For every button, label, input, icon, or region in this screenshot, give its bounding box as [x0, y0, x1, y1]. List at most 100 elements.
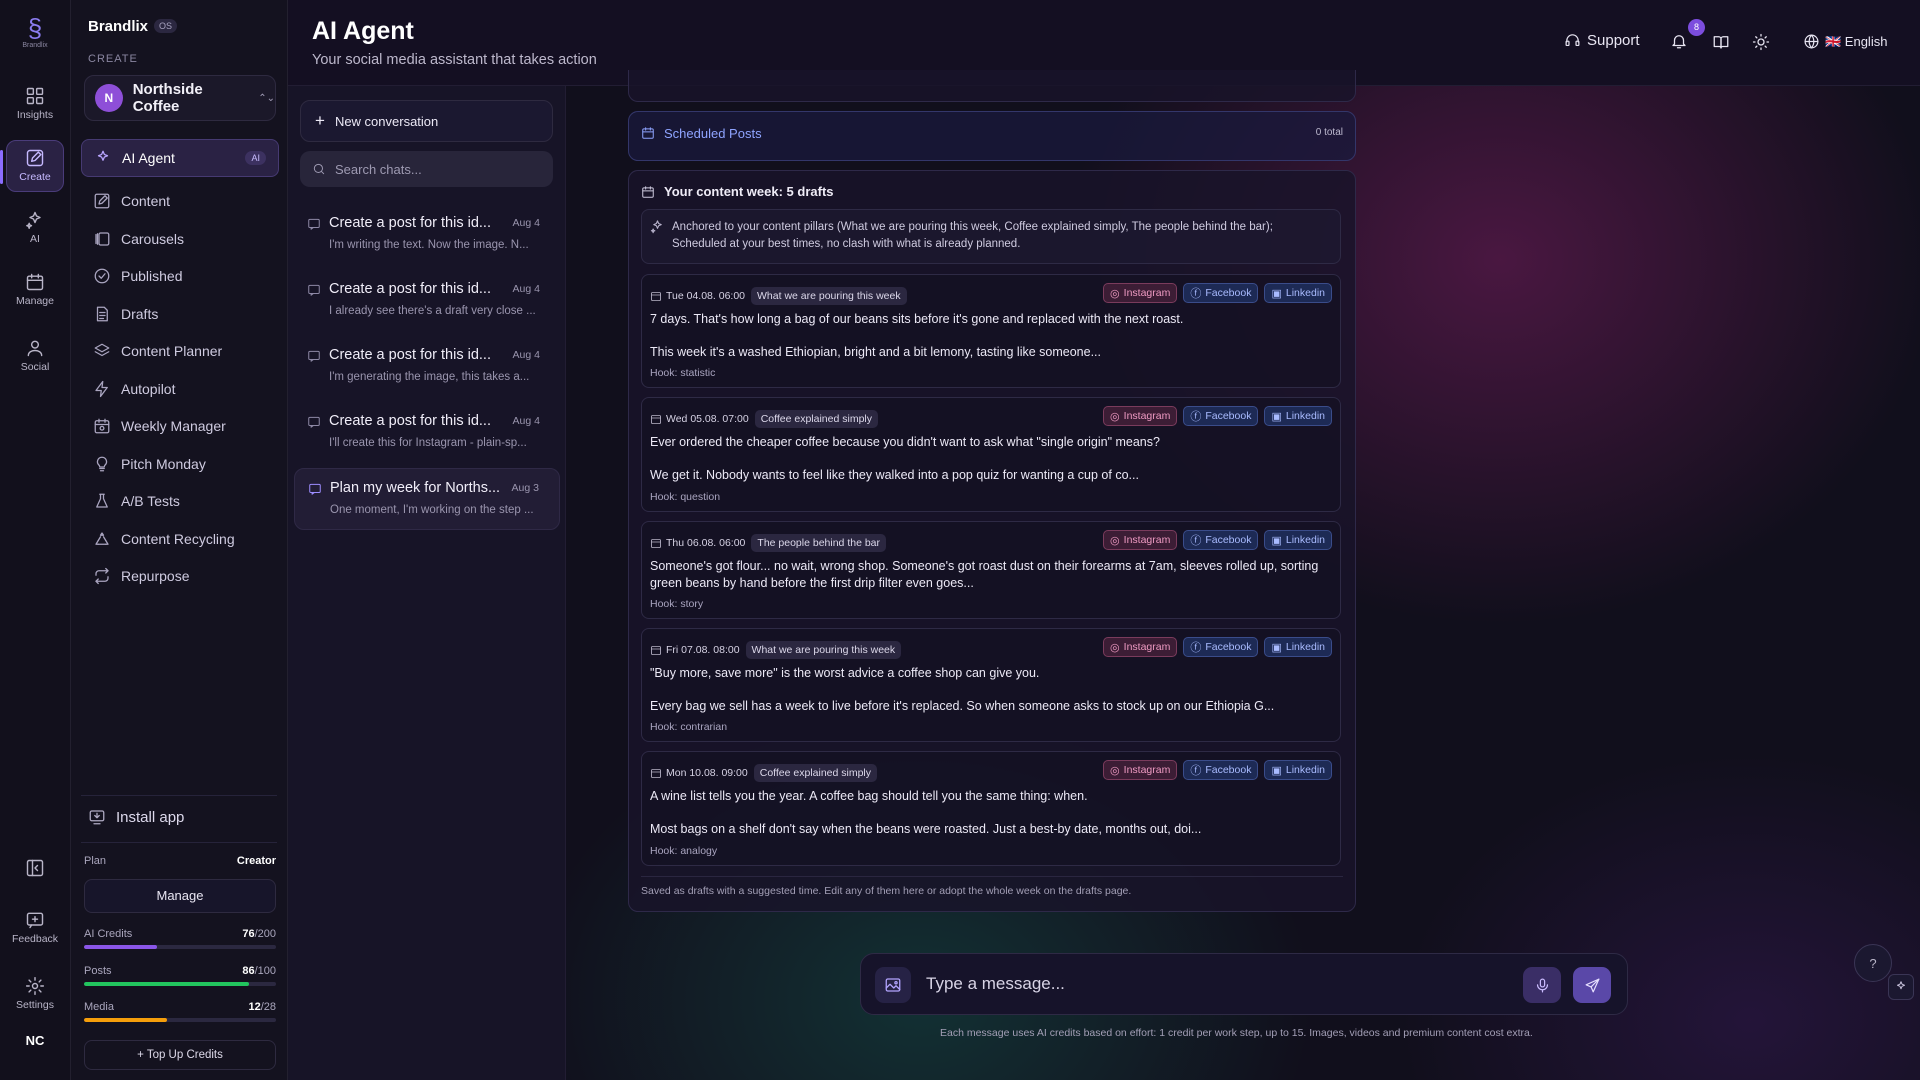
pillar-tag: The people behind the bar: [751, 534, 887, 552]
credit-usage-note: Each message uses AI credits based on ef…: [940, 1027, 1533, 1039]
section-label: CREATE: [88, 53, 138, 65]
message-input[interactable]: Type a message...: [926, 974, 1065, 994]
top-up-credits-button[interactable]: + Top Up Credits: [84, 1040, 276, 1070]
pillars-note-text: Anchored to your content pillars (What w…: [672, 221, 1273, 250]
workspace-switcher[interactable]: N Northside Coffee ⌃⌄: [84, 75, 276, 121]
linkedin-tag[interactable]: ▣ Linkedin: [1264, 530, 1332, 550]
scheduled-posts-card[interactable]: Scheduled Posts 0 total: [628, 111, 1356, 161]
grid-icon: [26, 87, 44, 105]
post-hook: Hook: story: [650, 598, 704, 610]
sidebar-item-repurpose[interactable]: Repurpose: [81, 557, 279, 595]
instagram-tag[interactable]: ◎ Instagram: [1103, 530, 1178, 550]
post-hook: Hook: contrarian: [650, 721, 728, 733]
facebook-tag[interactable]: ⓕ Facebook: [1183, 530, 1259, 550]
language-selector[interactable]: 🇬🇧 English: [1803, 33, 1887, 50]
sidebar-item-label: Autopilot: [121, 381, 176, 397]
facebook-tag[interactable]: ⓕ Facebook: [1183, 283, 1259, 303]
draft-post-card[interactable]: Mon 10.08. 09:00 Coffee explained simply …: [641, 751, 1341, 866]
sidebar-item-drafts[interactable]: Drafts: [81, 295, 279, 333]
post-text: Someone's got flour... no wait, wrong sh…: [650, 559, 1319, 590]
sidebar-item-content-recycling[interactable]: Content Recycling: [81, 520, 279, 558]
divider: [81, 795, 277, 796]
rail-item-ai[interactable]: AI: [6, 208, 64, 252]
linkedin-tag[interactable]: ▣ Linkedin: [1264, 283, 1332, 303]
sidebar-item-label: Repurpose: [121, 568, 190, 584]
rail-label: Settings: [16, 999, 54, 1011]
manage-plan-button[interactable]: Manage: [84, 879, 276, 913]
meter-total: /100: [254, 965, 276, 977]
linkedin-icon: ▣: [1271, 534, 1282, 547]
send-button[interactable]: [1573, 967, 1611, 1003]
sidebar-item-ai-agent[interactable]: AI Agent AI: [81, 139, 279, 177]
notifications-button[interactable]: [1670, 32, 1688, 50]
voice-input-button[interactable]: [1523, 967, 1561, 1003]
facebook-tag[interactable]: ⓕ Facebook: [1183, 760, 1259, 780]
chat-item[interactable]: Create a post for this id... Aug 4 I alr…: [294, 270, 560, 332]
chat-item-active[interactable]: Plan my week for Norths... Aug 3 One mom…: [294, 468, 560, 530]
sidebar-item-content-planner[interactable]: Content Planner: [81, 332, 279, 370]
sidebar-item-label: Pitch Monday: [121, 456, 206, 472]
feedback-button[interactable]: Feedback: [6, 910, 64, 945]
brand-logo[interactable]: § Brandlix: [18, 14, 52, 54]
draft-post-card[interactable]: Tue 04.08. 06:00 What we are pouring this…: [641, 274, 1341, 388]
sparkles-icon: [97, 150, 109, 161]
sidebar-item-published[interactable]: Published: [81, 257, 279, 295]
install-app-button[interactable]: Install app: [88, 808, 184, 826]
chat-item[interactable]: Create a post for this id... Aug 4 I'll …: [294, 402, 560, 464]
chat-title: Create a post for this id...: [329, 413, 491, 429]
chat-bubble-icon: [308, 284, 320, 296]
edit-icon: [26, 149, 44, 167]
chat-item[interactable]: Create a post for this id... Aug 4 I'm w…: [294, 204, 560, 266]
support-button[interactable]: Support: [1564, 32, 1640, 49]
sidebar-item-ab-tests[interactable]: A/B Tests: [81, 482, 279, 520]
assistant-fab[interactable]: [1888, 974, 1914, 1000]
sidebar-item-autopilot[interactable]: Autopilot: [81, 370, 279, 408]
help-button[interactable]: ?: [1854, 944, 1892, 982]
instagram-tag[interactable]: ◎ Instagram: [1103, 637, 1178, 657]
rail-item-create[interactable]: Create: [6, 140, 64, 192]
post-datetime: Mon 10.08. 09:00: [666, 767, 748, 779]
posts-meter: Posts 86/100: [84, 965, 276, 986]
rail-item-insights[interactable]: Insights: [6, 84, 64, 128]
search-chats-input[interactable]: Search chats...: [300, 151, 553, 187]
sidebar-item-carousels[interactable]: Carousels: [81, 220, 279, 258]
linkedin-tag[interactable]: ▣ Linkedin: [1264, 406, 1332, 426]
chat-date: Aug 4: [512, 283, 540, 295]
theme-toggle[interactable]: [1752, 33, 1770, 51]
recycle-icon: [95, 532, 109, 545]
docs-button[interactable]: [1712, 33, 1730, 51]
linkedin-icon: ▣: [1271, 410, 1282, 423]
facebook-tag[interactable]: ⓕ Facebook: [1183, 637, 1259, 657]
linkedin-tag[interactable]: ▣ Linkedin: [1264, 760, 1332, 780]
sidebar-item-weekly-manager[interactable]: Weekly Manager: [81, 407, 279, 445]
facebook-tag[interactable]: ⓕ Facebook: [1183, 406, 1259, 426]
rail-item-manage[interactable]: Manage: [6, 270, 64, 314]
settings-button[interactable]: Settings: [6, 976, 64, 1011]
rail-item-social[interactable]: Social: [6, 336, 64, 380]
instagram-tag[interactable]: ◎ Instagram: [1103, 406, 1178, 426]
sidebar-item-content[interactable]: Content: [81, 182, 279, 220]
draft-post-card[interactable]: Wed 05.08. 07:00 Coffee explained simply …: [641, 397, 1341, 512]
instagram-tag[interactable]: ◎ Instagram: [1103, 760, 1178, 780]
attach-image-button[interactable]: [875, 967, 911, 1003]
draft-post-card[interactable]: Thu 06.08. 06:00 The people behind the ba…: [641, 521, 1341, 619]
collapse-sidebar-icon: [26, 859, 44, 877]
post-datetime: Tue 04.08. 06:00: [666, 290, 746, 302]
new-conversation-button[interactable]: + New conversation: [300, 100, 553, 142]
sidebar-item-label: Drafts: [121, 306, 159, 322]
collapse-sidebar-button[interactable]: [6, 858, 64, 881]
sidebar-item-label: Weekly Manager: [121, 418, 226, 434]
pillar-tag: Coffee explained simply: [754, 410, 878, 428]
user-avatar[interactable]: NC: [15, 1033, 55, 1063]
draft-post-card[interactable]: Fri 07.08. 08:00 What we are pouring this…: [641, 628, 1341, 742]
instagram-tag[interactable]: ◎ Instagram: [1103, 283, 1178, 303]
sidebar-item-pitch-monday[interactable]: Pitch Monday: [81, 445, 279, 483]
chat-bubble-icon: [309, 483, 321, 495]
new-conversation-label: New conversation: [334, 113, 439, 129]
plan-label: Plan: [84, 855, 107, 867]
chat-item[interactable]: Create a post for this id... Aug 4 I'm g…: [294, 336, 560, 398]
calendar-icon: [651, 646, 661, 655]
image-sparkle-icon: [885, 978, 901, 992]
plan-value: Creator: [236, 855, 276, 867]
linkedin-tag[interactable]: ▣ Linkedin: [1264, 637, 1332, 657]
